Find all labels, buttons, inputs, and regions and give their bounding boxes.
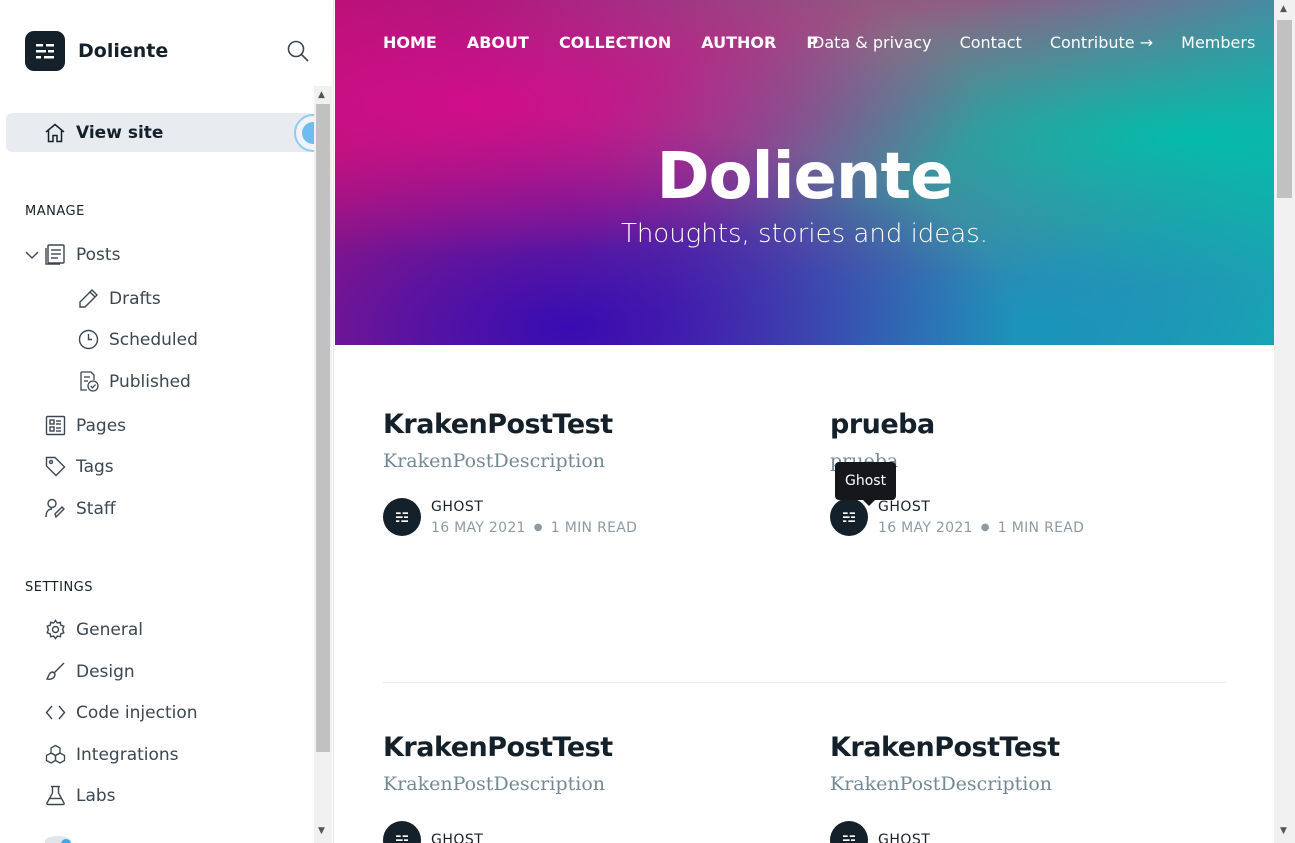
- home-icon: [45, 123, 65, 142]
- sidebar-item-label: Design: [76, 661, 135, 682]
- sidebar-item-label: Pages: [76, 415, 127, 436]
- site-name: Doliente: [78, 40, 169, 62]
- site-title: Doliente: [656, 140, 954, 214]
- pencil-icon: [79, 289, 98, 308]
- integrations-icon: [45, 744, 66, 764]
- flask-icon: [46, 785, 65, 806]
- page-scroll-thumb[interactable]: [1277, 20, 1292, 198]
- sidebar-item-label: Labs: [76, 785, 116, 806]
- post-excerpt: KrakenPostDescription: [383, 773, 606, 795]
- post-card[interactable]: KrakenPostTest KrakenPostDescription GHO…: [830, 732, 1250, 843]
- site-description: Thoughts, stories and ideas.: [620, 219, 989, 249]
- sidebar-item-label: Tags: [76, 456, 114, 477]
- post-card[interactable]: KrakenPostTest KrakenPostDescription GHO…: [383, 409, 803, 536]
- post-author[interactable]: GHOST: [431, 832, 483, 843]
- manage-heading: MANAGE: [25, 204, 85, 219]
- tag-icon: [45, 456, 66, 477]
- author-avatar[interactable]: [830, 821, 868, 843]
- post-title[interactable]: KrakenPostTest: [383, 732, 803, 763]
- post-date: 16 MAY 2021: [431, 519, 526, 536]
- nav-about[interactable]: ABOUT: [467, 33, 529, 52]
- site-preview: HOME ABOUT COLLECTION AUTHOR PO Data & p…: [335, 0, 1274, 843]
- sidebar-item-code-injection[interactable]: Code injection: [45, 702, 198, 723]
- sidebar-item-label: Posts: [76, 244, 121, 265]
- author-avatar[interactable]: [383, 821, 421, 843]
- view-site-label: View site: [76, 122, 164, 143]
- scroll-up-icon[interactable]: ▲: [1280, 4, 1287, 14]
- sidebar-scroll-thumb[interactable]: [316, 104, 330, 752]
- post-reading-time: 1 MIN READ: [550, 519, 638, 536]
- settings-heading: SETTINGS: [25, 580, 94, 595]
- sidebar-item-integrations[interactable]: Integrations: [45, 744, 179, 765]
- sidebar-item-label: Published: [109, 371, 191, 392]
- sidebar-item-labs[interactable]: Labs: [45, 785, 116, 806]
- sidebar-item-label: Staff: [76, 498, 116, 519]
- site-header[interactable]: Doliente: [25, 31, 168, 71]
- nav-collection[interactable]: COLLECTION: [559, 33, 671, 52]
- sidebar-item-drafts[interactable]: Drafts: [78, 288, 161, 309]
- search-icon[interactable]: [287, 40, 309, 62]
- post-excerpt: KrakenPostDescription: [830, 773, 1053, 795]
- post-title[interactable]: prueba: [830, 409, 1250, 440]
- post-excerpt: KrakenPostDescription: [383, 450, 606, 472]
- brush-icon: [45, 662, 65, 680]
- chevron-down-icon[interactable]: [25, 247, 39, 266]
- sidebar-item-pages[interactable]: Pages: [45, 415, 126, 436]
- code-icon: [45, 705, 66, 720]
- nav-data-privacy[interactable]: Data & privacy: [812, 33, 932, 52]
- post-reading-time: 1 MIN READ: [997, 519, 1085, 536]
- post-meta: GHOST 16 MAY 2021 ● 1 MIN READ: [383, 498, 803, 536]
- divider: [383, 682, 1226, 683]
- post-title[interactable]: KrakenPostTest: [830, 732, 1250, 763]
- nav-author[interactable]: AUTHOR: [701, 33, 776, 52]
- view-site-link[interactable]: View site: [6, 113, 314, 152]
- posts-icon: [45, 244, 65, 265]
- sidebar-item-staff[interactable]: Staff: [45, 498, 116, 519]
- post-meta: GHOST: [830, 821, 1250, 843]
- user-avatar[interactable]: [45, 836, 71, 843]
- author-avatar[interactable]: [383, 498, 421, 536]
- sidebar-item-label: General: [76, 619, 143, 640]
- site-nav: HOME ABOUT COLLECTION AUTHOR PO: [383, 31, 819, 53]
- sidebar-item-general[interactable]: General: [45, 619, 143, 640]
- sidebar-item-posts[interactable]: Posts: [45, 244, 120, 265]
- sidebar-item-label: Scheduled: [109, 329, 198, 350]
- nav-contribute[interactable]: Contribute →: [1050, 33, 1153, 52]
- page-scrollbar[interactable]: ▲ ▼: [1274, 0, 1295, 843]
- secondary-nav: Data & privacy Contact Contribute → Memb…: [812, 31, 1255, 53]
- post-title[interactable]: KrakenPostTest: [383, 409, 803, 440]
- post-author[interactable]: GHOST: [431, 499, 637, 515]
- sidebar-item-design[interactable]: Design: [45, 661, 135, 682]
- author-tooltip: Ghost: [835, 462, 897, 506]
- post-card[interactable]: KrakenPostTest KrakenPostDescription GHO…: [383, 732, 803, 843]
- sidebar-item-tags[interactable]: Tags: [45, 456, 114, 477]
- post-meta: GHOST 16 MAY 2021 ● 1 MIN READ: [830, 498, 1250, 536]
- sidebar-item-label: Drafts: [109, 288, 161, 309]
- sidebar-scrollbar[interactable]: ▲ ▼: [314, 86, 332, 843]
- admin-sidebar: Doliente View site MANAGE Posts Drafts S…: [0, 0, 334, 843]
- post-date: 16 MAY 2021: [878, 519, 973, 536]
- sidebar-item-scheduled[interactable]: Scheduled: [78, 329, 198, 350]
- ghost-logo-icon: [25, 31, 65, 71]
- published-icon: [80, 371, 99, 392]
- post-author[interactable]: GHOST: [878, 832, 930, 843]
- scroll-down-icon[interactable]: ▼: [318, 826, 325, 836]
- nav-contact[interactable]: Contact: [960, 33, 1022, 52]
- sidebar-item-label: Integrations: [76, 744, 179, 765]
- post-author[interactable]: GHOST: [878, 499, 1084, 515]
- staff-icon: [45, 498, 65, 519]
- post-meta: GHOST: [383, 821, 803, 843]
- gear-icon: [46, 619, 65, 640]
- site-hero: HOME ABOUT COLLECTION AUTHOR PO Data & p…: [335, 0, 1274, 345]
- nav-home[interactable]: HOME: [383, 33, 437, 52]
- sidebar-item-label: Code injection: [76, 702, 198, 723]
- nav-members[interactable]: Members: [1181, 33, 1255, 52]
- scroll-down-icon[interactable]: ▼: [1280, 826, 1287, 836]
- scroll-up-icon[interactable]: ▲: [318, 90, 325, 100]
- pages-icon: [45, 415, 66, 436]
- sidebar-item-published[interactable]: Published: [78, 371, 191, 392]
- clock-icon: [78, 329, 99, 350]
